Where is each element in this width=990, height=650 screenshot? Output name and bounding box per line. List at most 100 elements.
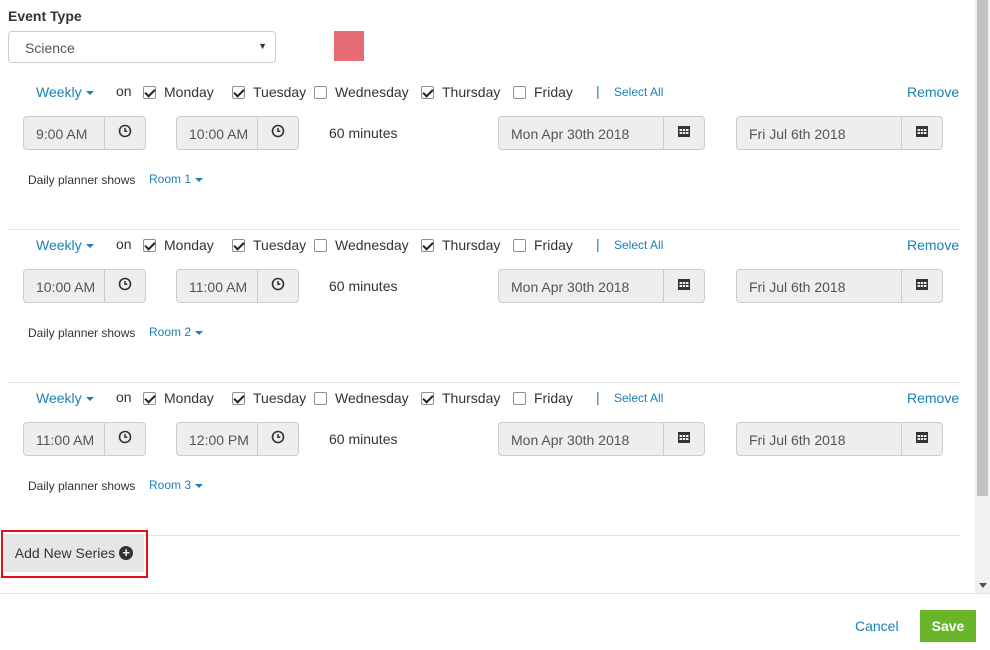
clock-icon-button[interactable]: [257, 269, 299, 303]
start-time-input-group: 10:00 AM: [23, 269, 146, 303]
day-label: Monday: [164, 390, 214, 406]
calendar-icon: [915, 124, 929, 143]
end-date-input[interactable]: Fri Jul 6th 2018: [736, 422, 901, 456]
calendar-icon-button[interactable]: [901, 116, 943, 150]
day-checkbox-friday[interactable]: Friday: [513, 84, 573, 100]
scroll-down-arrow-icon[interactable]: [979, 583, 987, 588]
day-checkbox-wednesday[interactable]: Wednesday: [314, 84, 409, 100]
checkbox[interactable]: [314, 391, 327, 405]
calendar-icon-button[interactable]: [901, 269, 943, 303]
checkbox[interactable]: [314, 85, 327, 99]
checkbox[interactable]: [232, 238, 245, 252]
day-label: Tuesday: [253, 237, 307, 253]
checkbox[interactable]: [513, 391, 526, 405]
on-label: on: [116, 236, 132, 252]
day-checkbox-monday[interactable]: Monday: [143, 84, 214, 100]
start-time-input[interactable]: 9:00 AM: [23, 116, 104, 150]
checkbox[interactable]: [232, 85, 245, 99]
calendar-icon-button[interactable]: [901, 422, 943, 456]
remove-series-link[interactable]: Remove: [907, 84, 959, 100]
room-dropdown[interactable]: Room 3: [149, 478, 204, 492]
day-checkbox-friday[interactable]: Friday: [513, 390, 573, 406]
calendar-icon: [915, 277, 929, 296]
room-dropdown[interactable]: Room 2: [149, 325, 204, 339]
clock-icon-button[interactable]: [104, 116, 146, 150]
save-button[interactable]: Save: [920, 610, 976, 642]
end-date-input[interactable]: Fri Jul 6th 2018: [736, 116, 901, 150]
day-checkbox-tuesday[interactable]: Tuesday: [232, 390, 306, 406]
clock-icon-button[interactable]: [104, 422, 146, 456]
day-checkbox-monday[interactable]: Monday: [143, 237, 214, 253]
checkbox[interactable]: [421, 238, 434, 252]
clock-icon: [271, 430, 285, 449]
calendar-icon: [915, 430, 929, 449]
chevron-down-icon: [85, 244, 94, 249]
checkbox[interactable]: [143, 85, 156, 99]
clock-icon: [271, 124, 285, 143]
select-all-link[interactable]: Select All: [614, 238, 663, 252]
checkbox[interactable]: [513, 85, 526, 99]
cancel-button[interactable]: Cancel: [855, 618, 899, 634]
checkbox[interactable]: [143, 391, 156, 405]
clock-icon-button[interactable]: [257, 422, 299, 456]
end-date-input[interactable]: Fri Jul 6th 2018: [736, 269, 901, 303]
day-checkbox-wednesday[interactable]: Wednesday: [314, 390, 409, 406]
checkbox[interactable]: [232, 391, 245, 405]
day-checkbox-wednesday[interactable]: Wednesday: [314, 237, 409, 253]
select-all-link[interactable]: Select All: [614, 391, 663, 405]
frequency-dropdown[interactable]: Weekly: [36, 84, 94, 100]
event-color-swatch[interactable]: [334, 31, 364, 61]
chevron-down-icon: [195, 330, 204, 335]
day-label: Thursday: [442, 237, 501, 253]
frequency-dropdown[interactable]: Weekly: [36, 390, 94, 406]
clock-icon: [118, 124, 132, 143]
vertical-scrollbar[interactable]: [975, 0, 990, 593]
day-checkbox-tuesday[interactable]: Tuesday: [232, 237, 306, 253]
on-label: on: [116, 83, 132, 99]
select-caret-icon: ▼: [258, 41, 267, 51]
checkbox[interactable]: [421, 391, 434, 405]
day-checkbox-thursday[interactable]: Thursday: [421, 390, 500, 406]
start-time-input[interactable]: 10:00 AM: [23, 269, 104, 303]
daily-planner-label: Daily planner shows: [28, 326, 136, 340]
calendar-icon-button[interactable]: [663, 269, 705, 303]
frequency-dropdown[interactable]: Weekly: [36, 237, 94, 253]
end-time-input-group: 11:00 AM: [176, 269, 299, 303]
start-date-input[interactable]: Mon Apr 30th 2018: [498, 422, 663, 456]
room-label: Room 1: [149, 172, 192, 186]
separator: |: [596, 389, 600, 405]
start-date-input[interactable]: Mon Apr 30th 2018: [498, 269, 663, 303]
end-date-input-group: Fri Jul 6th 2018: [736, 422, 943, 456]
clock-icon: [271, 277, 285, 296]
start-date-input[interactable]: Mon Apr 30th 2018: [498, 116, 663, 150]
select-all-link[interactable]: Select All: [614, 85, 663, 99]
clock-icon-button[interactable]: [104, 269, 146, 303]
day-label: Thursday: [442, 390, 501, 406]
day-checkbox-thursday[interactable]: Thursday: [421, 237, 500, 253]
event-type-select[interactable]: Science ▼: [8, 31, 276, 63]
room-dropdown[interactable]: Room 1: [149, 172, 204, 186]
end-time-input[interactable]: 12:00 PM: [176, 422, 257, 456]
day-label: Wednesday: [335, 390, 409, 406]
checkbox[interactable]: [314, 238, 327, 252]
calendar-icon-button[interactable]: [663, 422, 705, 456]
checkbox[interactable]: [421, 85, 434, 99]
day-checkbox-tuesday[interactable]: Tuesday: [232, 84, 306, 100]
end-time-input-group: 12:00 PM: [176, 422, 299, 456]
remove-series-link[interactable]: Remove: [907, 390, 959, 406]
day-checkbox-thursday[interactable]: Thursday: [421, 84, 500, 100]
clock-icon-button[interactable]: [257, 116, 299, 150]
day-checkbox-monday[interactable]: Monday: [143, 390, 214, 406]
remove-series-link[interactable]: Remove: [907, 237, 959, 253]
frequency-label: Weekly: [36, 84, 82, 100]
calendar-icon-button[interactable]: [663, 116, 705, 150]
start-time-input[interactable]: 11:00 AM: [23, 422, 104, 456]
checkbox[interactable]: [143, 238, 156, 252]
checkbox[interactable]: [513, 238, 526, 252]
chevron-down-icon: [85, 397, 94, 402]
day-label: Tuesday: [253, 84, 307, 100]
scrollbar-thumb[interactable]: [977, 0, 988, 496]
end-time-input[interactable]: 10:00 AM: [176, 116, 257, 150]
end-time-input[interactable]: 11:00 AM: [176, 269, 257, 303]
day-checkbox-friday[interactable]: Friday: [513, 237, 573, 253]
